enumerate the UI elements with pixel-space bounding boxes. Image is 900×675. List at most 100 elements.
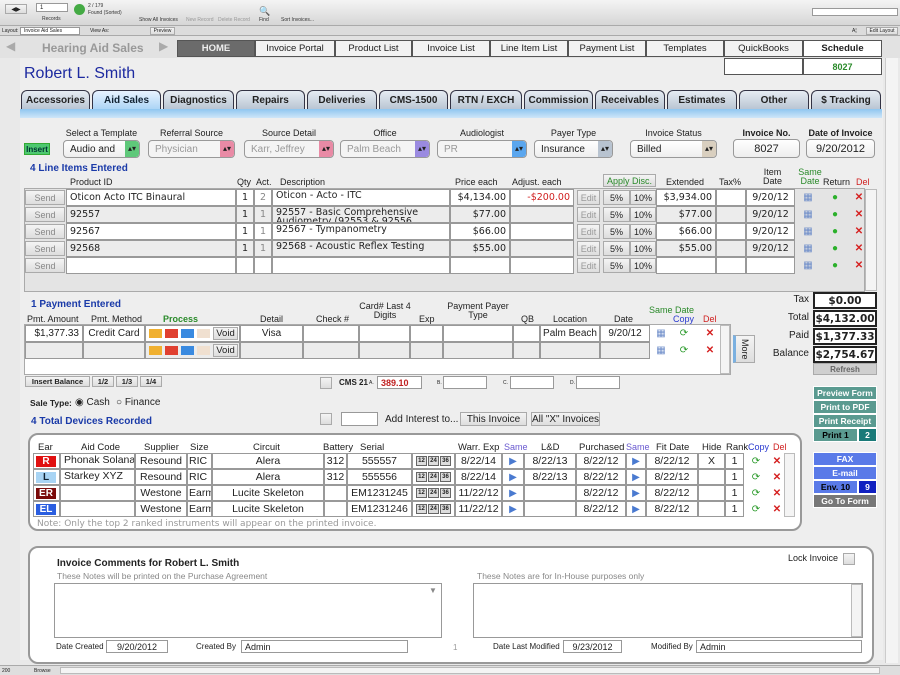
li-act[interactable]: 1 — [254, 223, 272, 240]
this-invoice-button[interactable]: This Invoice — [460, 412, 527, 426]
warranty-12-button[interactable]: 12 — [416, 488, 427, 498]
delete-icon[interactable]: ✕ — [852, 206, 866, 223]
device-circuit[interactable]: Lucite Skeleton — [212, 501, 324, 517]
li-extended[interactable]: $66.00 — [656, 223, 716, 240]
discount-10-button[interactable]: 10% — [630, 241, 656, 256]
print-1-button[interactable]: Print 1 — [813, 428, 858, 442]
warranty-24-button[interactable]: 24 — [428, 488, 439, 498]
delete-icon[interactable]: ✕ — [852, 257, 866, 274]
same-purchased-arrow-icon[interactable]: ▶ — [626, 469, 646, 485]
copy-icon[interactable]: ⟳ — [747, 453, 765, 469]
edit-button[interactable]: Edit — [577, 224, 600, 239]
li-act[interactable]: 2 — [254, 189, 272, 206]
nav-schedule[interactable]: Schedule — [803, 40, 882, 57]
send-button[interactable]: Send — [25, 190, 65, 205]
copy-icon[interactable]: ⟳ — [747, 501, 765, 517]
li-date[interactable] — [746, 257, 795, 274]
date-created-field[interactable]: 9/20/2012 — [106, 640, 168, 653]
device-fit[interactable]: 8/22/12 — [646, 501, 698, 517]
copy-icon[interactable]: ⟳ — [747, 485, 765, 501]
warranty-24-button[interactable]: 24 — [428, 504, 439, 514]
li-qty[interactable]: 1 — [236, 223, 254, 240]
card-discover-icon[interactable] — [197, 346, 210, 355]
back-arrow-icon[interactable]: ◀ — [6, 39, 15, 53]
device-battery[interactable]: 312 — [324, 453, 347, 469]
li-description[interactable]: 92557 - Basic Comprehensive Audiometry (… — [272, 206, 450, 223]
tab-other[interactable]: Other — [739, 90, 809, 110]
delete-icon[interactable]: ✕ — [852, 240, 866, 257]
payer-type-select[interactable]: Insurance ▴▾ — [534, 140, 613, 158]
li-product-id[interactable]: Oticon Acto ITC Binaural — [66, 189, 236, 206]
tab-aid-sales[interactable]: Aid Sales — [92, 90, 161, 110]
insert-balance-button[interactable]: Insert Balance — [25, 376, 90, 387]
office-select[interactable]: Palm Beach ▴▾ — [340, 140, 430, 158]
tab-cms-1500[interactable]: CMS-1500 — [379, 90, 448, 110]
discount-5-button[interactable]: 5% — [603, 241, 630, 256]
device-size[interactable]: Earm — [187, 501, 212, 517]
calendar-icon[interactable]: ▦ — [800, 206, 816, 223]
dropdown-arrow-icon[interactable]: ▴▾ — [512, 141, 526, 157]
pay-date[interactable] — [600, 342, 650, 359]
delete-icon[interactable]: ✕ — [703, 342, 717, 359]
card-amex-icon[interactable] — [181, 346, 194, 355]
pay-method[interactable] — [83, 342, 145, 359]
printed-notes-textarea[interactable] — [54, 583, 442, 638]
find-button[interactable]: Find — [259, 17, 269, 23]
dropdown-arrow-icon[interactable]: ▴▾ — [598, 141, 612, 157]
device-warr[interactable]: 8/22/14 — [455, 469, 502, 485]
li-price[interactable]: $66.00 — [450, 223, 510, 240]
li-date[interactable]: 9/20/12 — [746, 189, 795, 206]
pay-card[interactable] — [359, 325, 410, 342]
devices-scrollbar[interactable] — [784, 453, 795, 517]
device-supplier[interactable]: Westone — [135, 485, 187, 501]
interest-input[interactable] — [341, 412, 378, 426]
void-button[interactable]: Void — [213, 344, 238, 357]
discount-10-button[interactable]: 10% — [630, 190, 656, 205]
warranty-36-button[interactable]: 36 — [440, 488, 451, 498]
device-circuit[interactable]: Alera — [212, 453, 324, 469]
inhouse-notes-scrollbar[interactable] — [851, 584, 862, 637]
delete-icon[interactable]: ✕ — [852, 189, 866, 206]
created-by-field[interactable]: Admin — [241, 640, 408, 653]
invoice-status-select[interactable]: Billed ▴▾ — [630, 140, 717, 158]
delete-icon[interactable]: ✕ — [770, 469, 784, 485]
device-circuit[interactable]: Lucite Skeleton — [212, 485, 324, 501]
fax-button[interactable]: FAX — [813, 452, 877, 466]
li-product-id[interactable]: 92567 — [66, 223, 236, 240]
li-extended[interactable] — [656, 257, 716, 274]
apply-discount-button[interactable]: Apply Disc. — [603, 174, 656, 187]
record-nav-arrows[interactable]: ◀▶ — [5, 4, 27, 14]
device-serial[interactable]: EM1231246 — [347, 501, 412, 517]
li-adjust[interactable] — [510, 223, 574, 240]
print-to-pdf-button[interactable]: Print to PDF — [813, 400, 877, 414]
li-qty[interactable] — [236, 257, 254, 274]
return-icon[interactable]: ● — [827, 206, 843, 223]
card-amex-icon[interactable] — [181, 329, 194, 338]
forward-arrow-icon[interactable]: ▶ — [159, 39, 168, 53]
preview-form-button[interactable]: Preview Form — [813, 386, 877, 400]
nav-quickbooks[interactable]: QuickBooks — [724, 40, 803, 57]
device-aid-code[interactable]: Phonak Solana — [60, 453, 135, 469]
audiologist-select[interactable]: PR ▴▾ — [437, 140, 527, 158]
pay-payer[interactable] — [443, 342, 513, 359]
li-product-id[interactable] — [66, 257, 236, 274]
insert-template-button[interactable]: Insert — [24, 143, 50, 155]
line-items-scrollbar[interactable] — [865, 189, 877, 291]
device-supplier[interactable]: Resound — [135, 453, 187, 469]
envelope-button[interactable]: Env. 10 — [813, 480, 858, 494]
discount-10-button[interactable]: 10% — [630, 258, 656, 273]
li-act[interactable]: 1 — [254, 206, 272, 223]
device-aid-code[interactable]: Starkey XYZ — [60, 469, 135, 485]
horizontal-scrollbar[interactable] — [60, 667, 880, 674]
edit-layout-button[interactable]: Edit Layout — [866, 27, 898, 35]
device-aid-code[interactable] — [60, 485, 135, 501]
calendar-icon[interactable]: ▦ — [800, 189, 816, 206]
li-tax[interactable] — [716, 189, 746, 206]
same-warr-arrow-icon[interactable]: ▶ — [502, 485, 524, 501]
tab--tracking[interactable]: $ Tracking — [811, 90, 881, 110]
pay-amount[interactable] — [25, 342, 83, 359]
date-of-invoice-field[interactable]: 9/20/2012 — [806, 139, 875, 158]
pay-check[interactable] — [303, 325, 359, 342]
notes-dropdown-icon[interactable]: ▼ — [429, 586, 437, 595]
calendar-icon[interactable]: ▦ — [654, 342, 668, 359]
